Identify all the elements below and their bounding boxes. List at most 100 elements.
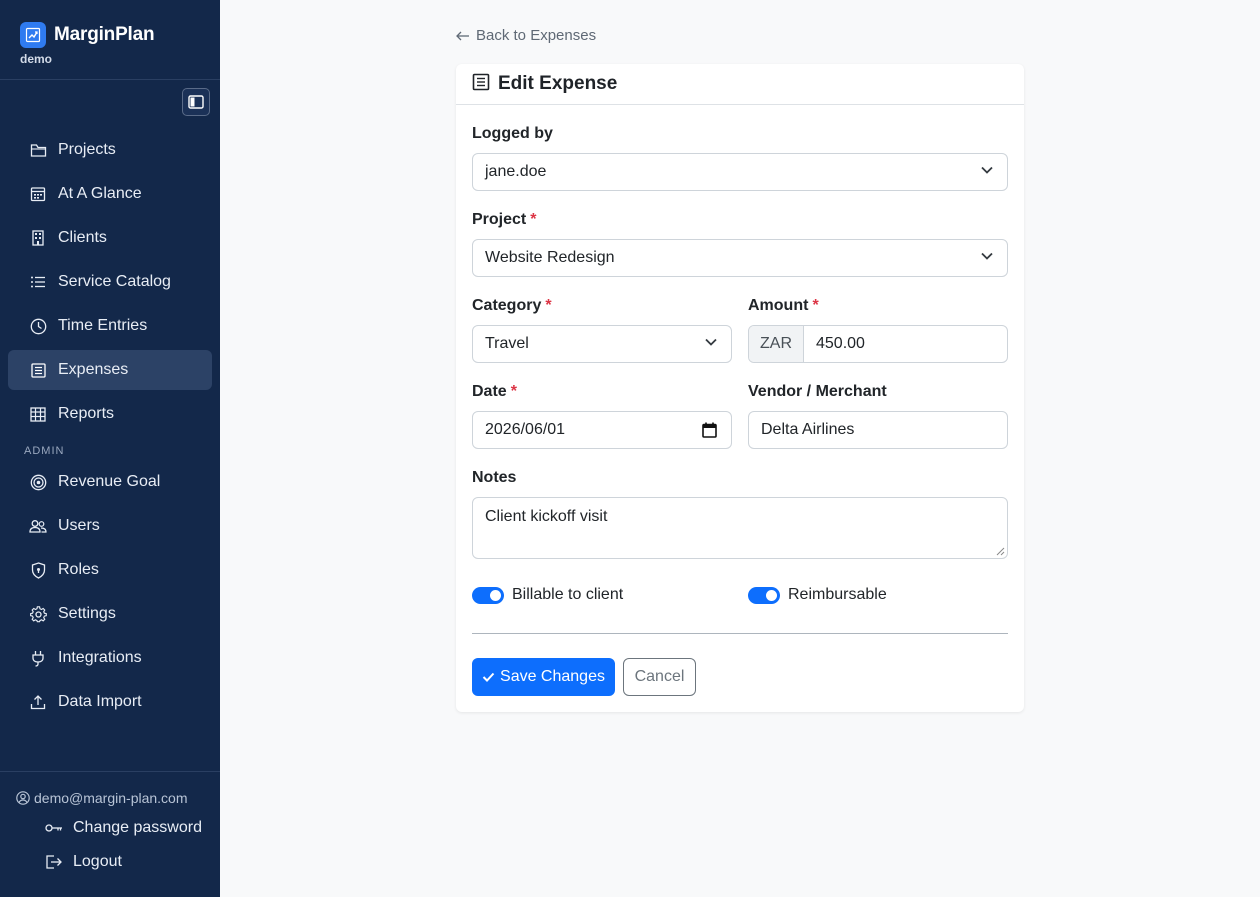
amount-input[interactable]: 450.00 — [804, 326, 1007, 362]
check-icon — [482, 672, 495, 682]
chevron-down-icon — [705, 338, 717, 346]
user-account: demo@margin-plan.com — [16, 790, 188, 806]
reimbursable-toggle[interactable]: Reimbursable — [748, 586, 887, 604]
admin-section-label: ADMIN — [24, 445, 65, 457]
switch-knob — [766, 589, 777, 601]
logout-label: Logout — [73, 853, 122, 870]
logout-link[interactable]: Logout — [45, 853, 122, 871]
sidebar-item-label: Settings — [58, 605, 116, 622]
sidebar-item-users[interactable]: Users — [8, 506, 212, 546]
project-value: Website Redesign — [485, 249, 615, 266]
date-input[interactable]: 2026/06/01 — [472, 411, 732, 449]
date-label: Date * — [472, 383, 517, 400]
calendar-icon — [29, 185, 47, 203]
category-label: Category * — [472, 297, 552, 314]
receipt-icon — [29, 361, 47, 379]
switch-knob — [490, 589, 501, 601]
upload-icon — [29, 693, 47, 711]
sidebar-item-settings[interactable]: Settings — [8, 594, 212, 634]
reimbursable-label: Reimbursable — [788, 586, 887, 603]
sidebar-item-roles[interactable]: Roles — [8, 550, 212, 590]
sidebar: MarginPlan demo Projects At A Glance Cli… — [0, 0, 220, 897]
amount-input-group: ZAR 450.00 — [748, 325, 1008, 363]
reimbursable-switch[interactable] — [748, 586, 780, 604]
sidebar-item-label: Data Import — [58, 693, 142, 710]
building-icon — [29, 229, 47, 247]
shield-icon — [29, 561, 47, 579]
page-title: Edit Expense — [498, 73, 618, 94]
sidebar-item-label: Expenses — [58, 361, 129, 378]
sidebar-item-label: Service Catalog — [58, 273, 171, 290]
amount-label: Amount * — [748, 297, 819, 314]
table-icon — [29, 405, 47, 423]
billable-toggle[interactable]: Billable to client — [472, 586, 623, 604]
notes-textarea[interactable]: Client kickoff visit — [472, 497, 1008, 559]
billable-switch[interactable] — [472, 586, 504, 604]
edit-expense-card: Edit Expense Logged by jane.doe Project *… — [456, 64, 1024, 712]
vendor-value: Delta Airlines — [761, 421, 855, 438]
gear-icon — [29, 605, 47, 623]
brand[interactable]: MarginPlan — [20, 22, 155, 48]
form-divider — [472, 633, 1008, 634]
change-password-link[interactable]: Change password — [45, 819, 202, 837]
sidebar-item-clients[interactable]: Clients — [8, 218, 212, 258]
sidebar-item-data-import[interactable]: Data Import — [8, 682, 212, 722]
folder-icon — [29, 141, 47, 159]
date-value: 2026/06/01 — [485, 421, 566, 438]
sidebar-item-time-entries[interactable]: Time Entries — [8, 306, 212, 346]
vendor-input[interactable]: Delta Airlines — [748, 411, 1008, 449]
sidebar-item-projects[interactable]: Projects — [8, 130, 212, 170]
notes-value: Client kickoff visit — [485, 508, 608, 525]
category-select[interactable]: Travel — [472, 325, 732, 363]
sidebar-item-service-catalog[interactable]: Service Catalog — [8, 262, 212, 302]
sidebar-item-label: Reports — [58, 405, 115, 422]
sidebar-footer-divider — [0, 771, 220, 772]
sidebar-item-label: Revenue Goal — [58, 473, 161, 490]
arrow-left-icon — [456, 31, 470, 41]
plug-icon — [29, 649, 47, 667]
vendor-label: Vendor / Merchant — [748, 383, 887, 400]
back-link-label: Back to Expenses — [476, 27, 597, 44]
sidebar-item-label: Projects — [58, 141, 116, 158]
calendar-icon[interactable] — [702, 422, 717, 438]
workspace-name: demo — [20, 52, 53, 66]
logout-icon — [45, 854, 63, 870]
save-changes-button[interactable]: Save Changes — [472, 658, 615, 696]
sidebar-item-integrations[interactable]: Integrations — [8, 638, 212, 678]
key-icon — [45, 823, 63, 833]
required-marker: * — [530, 211, 537, 228]
resize-handle-icon[interactable] — [996, 547, 1005, 556]
cancel-button[interactable]: Cancel — [623, 658, 696, 696]
back-to-expenses-link[interactable]: Back to Expenses — [456, 27, 596, 44]
sidebar-item-reports[interactable]: Reports — [8, 394, 212, 434]
people-icon — [29, 517, 47, 535]
project-select[interactable]: Website Redesign — [472, 239, 1008, 277]
list-icon — [29, 273, 47, 291]
save-button-label: Save Changes — [500, 668, 605, 685]
sidebar-item-label: Users — [58, 517, 100, 534]
chevron-down-icon — [981, 252, 993, 260]
sidebar-divider — [0, 79, 220, 80]
logged-by-value: jane.doe — [485, 163, 547, 180]
sidebar-item-expenses[interactable]: Expenses — [8, 350, 212, 390]
clock-icon — [29, 317, 47, 335]
chevron-down-icon — [981, 166, 993, 174]
logged-by-label: Logged by — [472, 125, 553, 142]
user-circle-icon — [16, 791, 30, 805]
logged-by-select[interactable]: jane.doe — [472, 153, 1008, 191]
sidebar-toggle-button[interactable] — [182, 88, 210, 116]
change-password-label: Change password — [73, 819, 202, 836]
sidebar-item-at-a-glance[interactable]: At A Glance — [8, 174, 212, 214]
currency-prefix: ZAR — [749, 326, 804, 362]
target-icon — [29, 473, 47, 491]
card-header: Edit Expense — [456, 64, 1024, 105]
sidebar-item-label: Time Entries — [58, 317, 148, 334]
required-marker: * — [812, 297, 819, 314]
sidebar-collapse-icon — [188, 95, 204, 109]
required-marker: * — [510, 383, 517, 400]
sidebar-item-revenue-goal[interactable]: Revenue Goal — [8, 462, 212, 502]
required-marker: * — [545, 297, 552, 314]
sidebar-item-label: At A Glance — [58, 185, 142, 202]
user-email: demo@margin-plan.com — [34, 790, 188, 806]
app-name: MarginPlan — [54, 24, 155, 45]
